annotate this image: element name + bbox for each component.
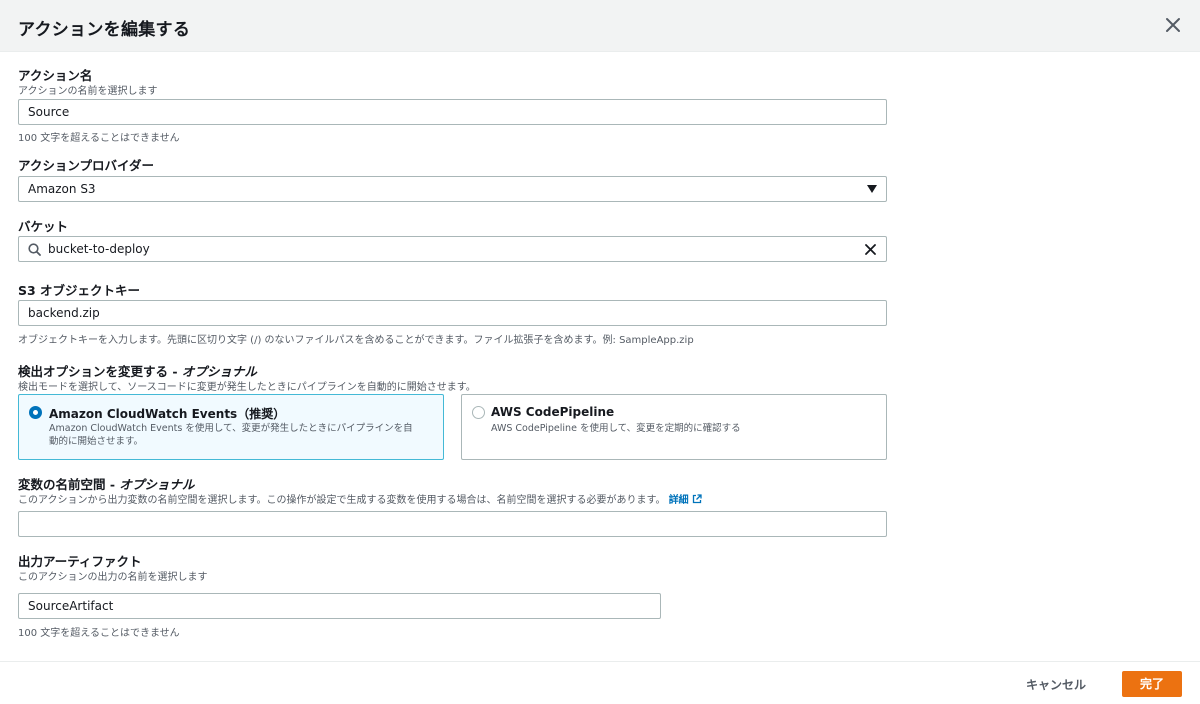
external-link-icon (692, 494, 702, 504)
s3-object-key-hint: オブジェクトキーを入力します。先頭に区切り文字 (/) のないファイルパスを含め… (18, 335, 694, 346)
close-icon[interactable] (1164, 16, 1182, 34)
action-name-hint: 100 文字を超えることはできません (18, 133, 180, 144)
action-provider-select[interactable]: Amazon S3 (18, 176, 887, 202)
optional-marker: オプショナル (119, 477, 195, 492)
radio-codepipeline-title: AWS CodePipeline (491, 405, 615, 419)
action-provider-value: Amazon S3 (28, 182, 96, 196)
radio-cloudwatch-title: Amazon CloudWatch Events（推奨） (49, 407, 286, 421)
clear-icon[interactable] (864, 243, 877, 256)
bucket-value: bucket-to-deploy (48, 242, 150, 256)
learn-more-link[interactable]: 詳細 (668, 494, 702, 506)
s3-object-key-input[interactable]: backend.zip (18, 300, 887, 326)
learn-more-label: 詳細 (668, 495, 689, 506)
optional-marker: オプショナル (181, 364, 257, 379)
output-artifact-hint: 100 文字を超えることはできません (18, 628, 180, 639)
radio-cloudwatch-desc-line2: 動的に開始させます。 (49, 436, 144, 447)
radio-codepipeline-description: AWS CodePipeline を使用して、変更を定期的に確認する (491, 423, 741, 434)
radio-button-selected[interactable] (29, 406, 42, 419)
action-name-description: アクションの名前を選択します (18, 86, 158, 97)
detection-description: 検出モードを選択して、ソースコードに変更が発生したときにパイプラインを自動的に開… (18, 382, 476, 393)
done-button[interactable]: 完了 (1122, 671, 1182, 697)
radio-cloudwatch-events[interactable]: Amazon CloudWatch Events（推奨） Amazon Clou… (18, 394, 444, 460)
caret-down-icon (867, 185, 877, 193)
s3-object-key-label: S3 オブジェクトキー (18, 283, 141, 298)
action-provider-label: アクションプロバイダー (18, 158, 155, 173)
action-name-input[interactable]: Source (18, 99, 887, 125)
search-icon (28, 243, 41, 256)
detection-label-text: 検出オプションを変更する (18, 364, 169, 379)
namespace-description-text: このアクションから出力変数の名前空間を選択します。この操作が設定で生成する変数を… (18, 495, 666, 506)
radio-button-unselected[interactable] (472, 406, 485, 419)
output-artifact-input[interactable]: SourceArtifact (18, 593, 661, 619)
action-name-value: Source (28, 105, 70, 119)
namespace-input[interactable] (18, 511, 887, 537)
dialog-header: アクションを編集する (0, 0, 1200, 52)
s3-object-key-value: backend.zip (28, 306, 100, 320)
namespace-description: このアクションから出力変数の名前空間を選択します。この操作が設定で生成する変数を… (18, 491, 702, 506)
cancel-button[interactable]: キャンセル (1014, 673, 1098, 697)
dialog-footer: キャンセル 完了 (0, 661, 1200, 704)
bucket-search-input[interactable]: bucket-to-deploy (18, 236, 887, 262)
dialog-title: アクションを編集する (18, 20, 191, 40)
namespace-label-text: 変数の名前空間 (18, 477, 106, 492)
output-artifact-description: このアクションの出力の名前を選択します (18, 572, 208, 583)
radio-cloudwatch-description: Amazon CloudWatch Events を使用して、変更が発生したとき… (49, 422, 413, 448)
radio-codepipeline[interactable]: AWS CodePipeline AWS CodePipeline を使用して、… (461, 394, 887, 460)
bucket-label: バケット (18, 219, 69, 234)
radio-cloudwatch-desc-line1: Amazon CloudWatch Events を使用して、変更が発生したとき… (49, 423, 413, 434)
output-artifact-value: SourceArtifact (28, 599, 114, 613)
